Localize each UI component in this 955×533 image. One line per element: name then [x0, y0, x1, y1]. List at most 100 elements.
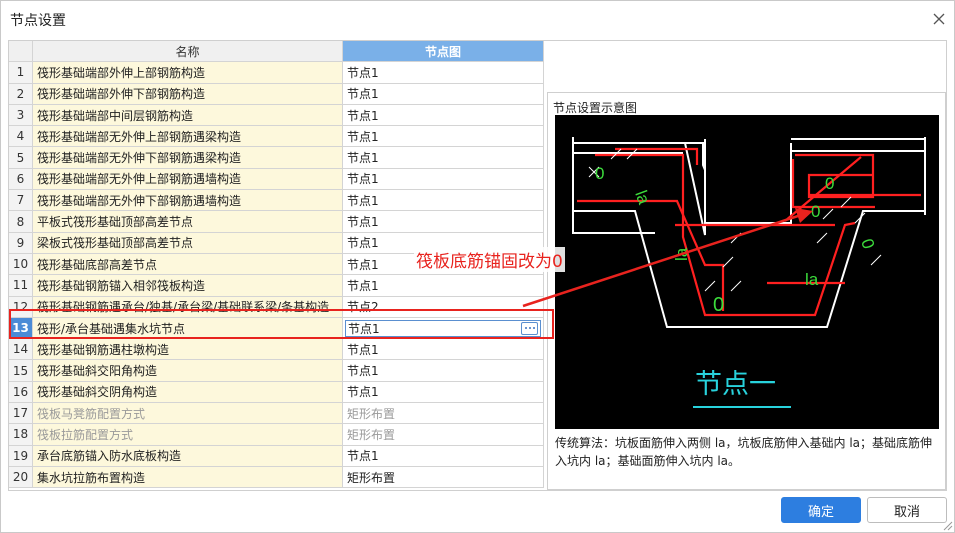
- row-index[interactable]: 5: [9, 147, 33, 169]
- close-button[interactable]: [929, 9, 949, 29]
- ellipsis-dot-icon: [524, 327, 527, 330]
- row-node-value[interactable]: 节点2: [343, 296, 544, 318]
- row-index[interactable]: 20: [9, 466, 33, 489]
- row-index[interactable]: 10: [9, 253, 33, 276]
- row-index[interactable]: 2: [9, 83, 33, 105]
- table-row[interactable]: 8 平板式筏形基础顶部高差节点 节点1: [9, 211, 544, 233]
- table-row[interactable]: 14 筏形基础钢筋遇柱墩构造 节点1: [9, 339, 544, 361]
- table-header: 名称 节点图: [9, 41, 544, 63]
- row-index[interactable]: 13: [9, 317, 33, 340]
- row-index[interactable]: 11: [9, 275, 33, 297]
- table-row[interactable]: 5 筏形基础端部无外伸下部钢筋遇梁构造 节点1: [9, 147, 544, 169]
- row-index[interactable]: 6: [9, 168, 33, 191]
- dimension-labels: 0 la 0 0 0 la la 0: [595, 164, 878, 316]
- table-row[interactable]: 15 筏形基础斜交阳角构造 节点1: [9, 360, 544, 382]
- row-node-value[interactable]: 节点1: [343, 339, 544, 361]
- dimension-marks: [588, 148, 882, 292]
- row-name: 筏形基础端部中间层钢筋构造: [33, 104, 343, 127]
- row-name: 筏形基础端部无外伸上部钢筋遇墙构造: [33, 168, 343, 191]
- label-zero-diag: 0: [857, 236, 878, 251]
- node-value-text: 节点1: [348, 321, 380, 336]
- ellipsis-dot-icon: [528, 327, 531, 330]
- table-row[interactable]: 7 筏形基础端部无外伸下部钢筋遇墙构造 节点1: [9, 190, 544, 212]
- ellipsis-dot-icon: [532, 327, 535, 330]
- header-name[interactable]: 名称: [33, 41, 343, 63]
- algorithm-description: 传统算法：坑板面筋伸入两侧 la，坑板底筋伸入基础内 la；基础底筋伸入坑内 l…: [555, 436, 933, 468]
- label-zero-mid-right: 0: [811, 202, 820, 221]
- row-node-value[interactable]: 节点1: [343, 83, 544, 105]
- row-node-value[interactable]: 矩形布置: [343, 403, 544, 425]
- label-zero-left: 0: [595, 164, 604, 183]
- label-zero-bottom: 0: [713, 294, 724, 316]
- table-row[interactable]: 12 筏形基础钢筋遇承台/独基/承台梁/基础联系梁/条基构造 节点2: [9, 296, 544, 318]
- row-index[interactable]: 16: [9, 381, 33, 404]
- row-name: 筏形基础底部高差节点: [33, 253, 343, 276]
- table-row[interactable]: 20 集水坑拉筋布置构造 矩形布置: [9, 466, 544, 489]
- row-name: 筏形基础钢筋遇柱墩构造: [33, 339, 343, 361]
- cancel-button[interactable]: 取消: [867, 497, 947, 523]
- label-la-bottom: la: [805, 270, 819, 289]
- row-index[interactable]: 1: [9, 62, 33, 84]
- row-name: 筏形基础斜交阳角构造: [33, 360, 343, 382]
- row-node-value[interactable]: 节点1: [343, 147, 544, 169]
- table-row[interactable]: 4 筏形基础端部无外伸上部钢筋遇梁构造 节点1: [9, 126, 544, 148]
- row-node-value[interactable]: 节点1: [343, 360, 544, 382]
- node-value-editor[interactable]: 节点1: [345, 319, 541, 337]
- table-row[interactable]: 19 承台底筋锚入防水底板构造 节点1: [9, 445, 544, 467]
- row-index[interactable]: 7: [9, 190, 33, 212]
- row-name: 集水坑拉筋布置构造: [33, 466, 343, 489]
- row-index[interactable]: 4: [9, 126, 33, 148]
- pit-node-diagram: 0 la 0 0 0 la la 0 节点一: [572, 137, 926, 408]
- diagram-canvas: 0 la 0 0 0 la la 0 节点一: [555, 115, 939, 429]
- row-name: 承台底筋锚入防水底板构造: [33, 445, 343, 467]
- table-row[interactable]: 1 筏形基础端部外伸上部钢筋构造 节点1: [9, 62, 544, 84]
- row-node-value[interactable]: 矩形布置: [343, 466, 544, 489]
- table-row[interactable]: 18 筏板拉筋配置方式 矩形布置: [9, 424, 544, 446]
- table-row[interactable]: 17 筏板马凳筋配置方式 矩形布置: [9, 403, 544, 425]
- row-index[interactable]: 8: [9, 211, 33, 233]
- row-name: 平板式筏形基础顶部高差节点: [33, 211, 343, 233]
- row-name: 筏形基础端部外伸上部钢筋构造: [33, 62, 343, 84]
- table-row[interactable]: 16 筏形基础斜交阴角构造 节点1: [9, 381, 544, 404]
- title-bar: 节点设置: [1, 1, 954, 37]
- row-node-value[interactable]: 节点1: [343, 317, 544, 340]
- row-name: 筏板拉筋配置方式: [33, 424, 343, 446]
- ok-button[interactable]: 确定: [781, 497, 861, 523]
- row-name: 筏形/承台基础遇集水坑节点: [33, 317, 343, 340]
- table-row[interactable]: 3 筏形基础端部中间层钢筋构造 节点1: [9, 104, 544, 127]
- header-index: [9, 41, 33, 63]
- row-index[interactable]: 12: [9, 296, 33, 318]
- row-index[interactable]: 19: [9, 445, 33, 467]
- row-node-value[interactable]: 节点1: [343, 126, 544, 148]
- preview-panel: 节点设置示意图 0 la 0 0 0 la la 0 节点一 传统算法：坑板面筋…: [547, 92, 946, 490]
- row-index[interactable]: 14: [9, 339, 33, 361]
- row-node-value[interactable]: 节点1: [343, 211, 544, 233]
- row-node-value[interactable]: 节点1: [343, 104, 544, 127]
- row-index[interactable]: 17: [9, 403, 33, 425]
- table-row[interactable]: 11 筏形基础钢筋锚入相邻筏板构造 节点1: [9, 275, 544, 297]
- label-la-vertical: la: [672, 247, 691, 261]
- row-name: 筏形基础钢筋遇承台/独基/承台梁/基础联系梁/条基构造: [33, 296, 343, 318]
- row-node-value[interactable]: 节点1: [343, 62, 544, 84]
- row-index[interactable]: 3: [9, 104, 33, 127]
- table-row[interactable]: 6 筏形基础端部无外伸上部钢筋遇墙构造 节点1: [9, 168, 544, 191]
- table-row[interactable]: 13 筏形/承台基础遇集水坑节点 节点1: [9, 317, 544, 340]
- ellipsis-button[interactable]: [521, 321, 538, 335]
- row-node-value[interactable]: 节点1: [343, 168, 544, 191]
- row-node-value[interactable]: 矩形布置: [343, 424, 544, 446]
- row-index[interactable]: 18: [9, 424, 33, 446]
- resize-grip-icon[interactable]: [941, 519, 953, 531]
- table-row[interactable]: 2 筏形基础端部外伸下部钢筋构造 节点1: [9, 83, 544, 105]
- annotation-note: 筏板底筋锚固改为0: [414, 247, 565, 272]
- row-node-value[interactable]: 节点1: [343, 445, 544, 467]
- row-index[interactable]: 15: [9, 360, 33, 382]
- row-index[interactable]: 9: [9, 232, 33, 254]
- row-node-value[interactable]: 节点1: [343, 381, 544, 404]
- preview-title: 节点设置示意图: [553, 101, 638, 115]
- row-node-value[interactable]: 节点1: [343, 275, 544, 297]
- diagram-caption: 节点一: [695, 369, 776, 399]
- row-name: 筏形基础端部无外伸上部钢筋遇梁构造: [33, 126, 343, 148]
- header-node[interactable]: 节点图: [343, 41, 544, 63]
- node-settings-dialog: 节点设置 名称 节点图 1 筏形基础端部外伸上部钢筋构造 节点1 2 筏形基础端部外伸下…: [0, 0, 955, 533]
- row-node-value[interactable]: 节点1: [343, 190, 544, 212]
